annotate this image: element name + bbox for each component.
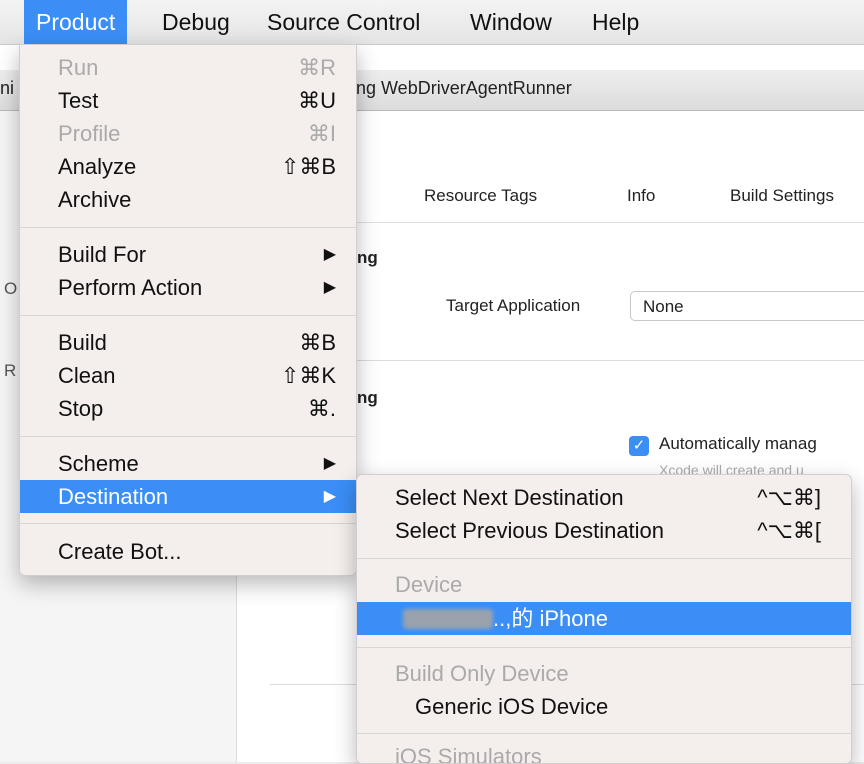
simulator-section-header: iOS Simulators <box>357 740 851 763</box>
menu-item-label: Create Bot... <box>58 539 182 564</box>
menu-item-device-iphone[interactable]: ..,的 iPhone <box>357 602 851 635</box>
menu-item-shortcut: ⇧⌘B <box>280 154 336 179</box>
auto-signing-label: Automatically manag <box>659 434 817 453</box>
menu-item-label: Scheme <box>58 451 139 476</box>
menu-debug[interactable]: Debug <box>150 0 242 44</box>
menu-separator <box>357 558 851 559</box>
menu-separator <box>357 647 851 648</box>
menu-item-label: Perform Action <box>58 275 203 300</box>
menu-item-analyze[interactable]: Analyze ⇧⌘B <box>20 150 356 183</box>
menu-item-label: Build For <box>58 242 147 267</box>
section-heading-testing: ng <box>357 248 378 267</box>
auto-signing-checkbox[interactable]: ✓ <box>629 436 649 456</box>
menu-item-shortcut: ⌘I <box>307 121 336 146</box>
device-section-header: Device <box>357 568 851 601</box>
menu-item-build[interactable]: Build ⌘B <box>20 326 356 359</box>
submenu-arrow-icon: ▶ <box>323 488 336 505</box>
menu-product[interactable]: Product <box>24 0 128 44</box>
menu-help[interactable]: Help <box>580 0 651 44</box>
window-title-fragment: ni <box>0 78 15 98</box>
redacted-name <box>403 609 493 629</box>
submenu-arrow-icon: ▶ <box>323 455 336 472</box>
menu-item-perform-action[interactable]: Perform Action ▶ <box>20 271 356 304</box>
menu-separator <box>357 733 851 734</box>
destination-submenu: Select Next Destination ^⌥⌘] Select Prev… <box>356 474 852 764</box>
menu-item-scheme[interactable]: Scheme ▶ <box>20 447 356 480</box>
menu-item-stop[interactable]: Stop ⌘. <box>20 392 356 425</box>
menu-item-shortcut: ⌘B <box>299 330 336 355</box>
menu-source-control[interactable]: Source Control <box>255 0 432 44</box>
menu-item-label: Archive <box>58 187 132 212</box>
menu-item-profile[interactable]: Profile ⌘I <box>20 117 356 150</box>
section-heading-signing: ng <box>357 388 378 407</box>
menu-item-label: Profile <box>58 121 121 146</box>
menu-item-select-next-destination[interactable]: Select Next Destination ^⌥⌘] <box>357 481 851 514</box>
menu-item-label: Test <box>58 88 99 113</box>
sidebar-fragment-r: R <box>4 361 17 380</box>
section-header-label: Device <box>395 572 463 597</box>
menu-item-shortcut: ^⌥⌘] <box>757 485 821 510</box>
menu-item-generic-ios-device[interactable]: Generic iOS Device <box>357 690 851 723</box>
menu-separator <box>20 315 356 316</box>
section-header-label: iOS Simulators <box>395 744 542 763</box>
window-title: ng WebDriverAgentRunner <box>356 78 572 98</box>
menu-item-shortcut: ^⌥⌘[ <box>757 518 821 543</box>
menu-item-create-bot[interactable]: Create Bot... <box>20 535 356 568</box>
target-application-select[interactable]: None <box>630 291 864 321</box>
menu-separator <box>20 436 356 437</box>
tab-build-settings[interactable]: Build Settings <box>730 186 834 206</box>
menu-item-test[interactable]: Test ⌘U <box>20 84 356 117</box>
menu-item-label: Stop <box>58 396 104 421</box>
menu-item-label: Select Previous Destination <box>395 518 665 543</box>
menu-item-label: Analyze <box>58 154 137 179</box>
menu-item-run[interactable]: Run ⌘R <box>20 51 356 84</box>
tab-resource-tags[interactable]: Resource Tags <box>424 186 537 206</box>
menu-window[interactable]: Window <box>458 0 564 44</box>
target-application-label: Target Application <box>446 296 581 315</box>
menu-item-label: Build <box>58 330 107 355</box>
menu-item-shortcut: ⌘. <box>307 396 336 421</box>
sidebar-fragment-o: O <box>4 279 18 298</box>
product-menu: Run ⌘R Test ⌘U Profile ⌘I Analyze ⇧⌘B Ar… <box>19 44 357 576</box>
menu-item-shortcut: ⌘R <box>298 55 336 80</box>
menu-item-destination[interactable]: Destination ▶ <box>20 480 356 513</box>
target-application-value: None <box>643 297 684 316</box>
menu-separator <box>20 227 356 228</box>
menu-item-build-for[interactable]: Build For ▶ <box>20 238 356 271</box>
menu-item-archive[interactable]: Archive <box>20 183 356 216</box>
menu-separator <box>20 523 356 524</box>
menu-item-shortcut: ⌘U <box>298 88 336 113</box>
menu-item-select-previous-destination[interactable]: Select Previous Destination ^⌥⌘[ <box>357 514 851 547</box>
menu-item-label: Clean <box>58 363 116 388</box>
menu-item-label: Select Next Destination <box>395 485 624 510</box>
menu-bar: Product Debug Source Control Window Help <box>0 0 864 45</box>
build-only-section-header: Build Only Device <box>357 657 851 690</box>
menu-item-label: Run <box>58 55 99 80</box>
section-divider <box>270 360 864 361</box>
submenu-arrow-icon: ▶ <box>323 279 336 296</box>
menu-item-shortcut: ⇧⌘K <box>280 363 336 388</box>
submenu-arrow-icon: ▶ <box>323 246 336 263</box>
menu-item-label: ..,的 iPhone <box>493 606 608 631</box>
section-header-label: Build Only Device <box>395 661 569 686</box>
tab-info[interactable]: Info <box>627 186 655 206</box>
menu-item-clean[interactable]: Clean ⇧⌘K <box>20 359 356 392</box>
menu-item-label: Generic iOS Device <box>415 694 609 719</box>
menu-item-label: Destination <box>58 484 169 509</box>
